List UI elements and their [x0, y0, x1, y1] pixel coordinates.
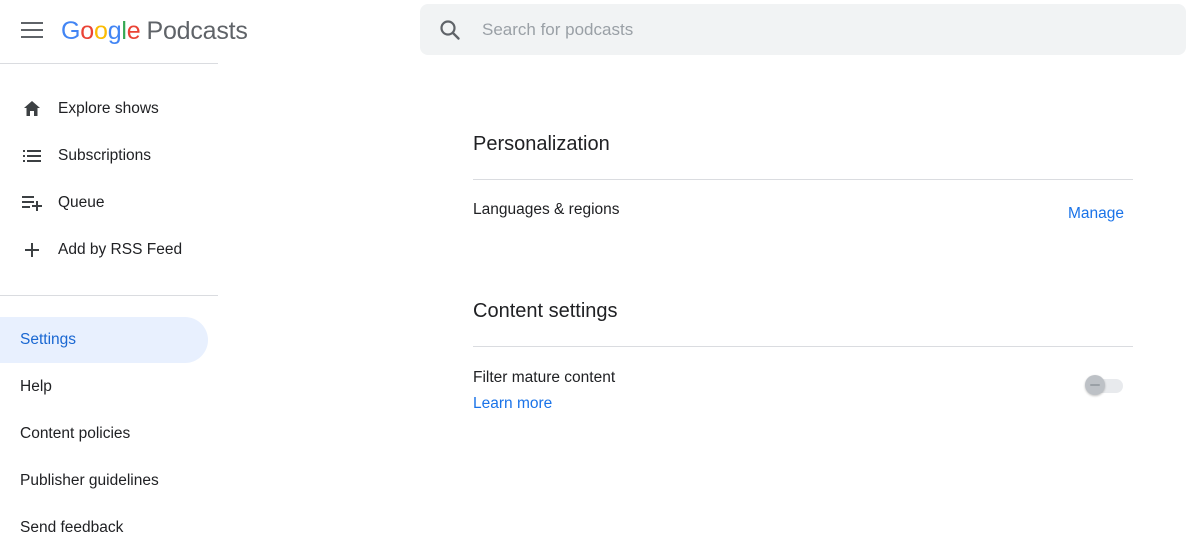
- sidebar-item-queue[interactable]: Queue: [0, 180, 208, 226]
- search-input[interactable]: [480, 4, 1160, 55]
- hamburger-menu-icon: [21, 22, 43, 38]
- sidebar-item-content-policies[interactable]: Content policies: [0, 411, 208, 457]
- sidebar-item-publisher-guidelines[interactable]: Publisher guidelines: [0, 458, 208, 504]
- filter-mature-content-label: Filter mature content: [473, 369, 616, 386]
- home-icon: [20, 97, 44, 121]
- hamburger-menu-button[interactable]: [16, 14, 48, 46]
- sidebar-item-add-by-rss-feed[interactable]: Add by RSS Feed: [0, 227, 208, 273]
- logo-letter: e: [126, 17, 141, 45]
- sidebar-item-subscriptions[interactable]: Subscriptions: [0, 133, 208, 179]
- sidebar-item-send-feedback[interactable]: Send feedback: [0, 505, 208, 551]
- sidebar-item-label: Explore shows: [58, 100, 159, 117]
- logo-letter: g: [107, 17, 122, 45]
- podcasts-settings-page: Google Podcasts Explore shows Subscripti…: [0, 0, 1200, 559]
- playlist-add-icon: [20, 191, 44, 215]
- personalization-heading: Personalization: [473, 133, 610, 155]
- product-name: Podcasts: [146, 17, 248, 45]
- learn-more-link[interactable]: Learn more: [473, 395, 552, 413]
- logo-letter: G: [61, 17, 81, 45]
- logo-letter: o: [93, 17, 108, 45]
- google-podcasts-logo[interactable]: Google Podcasts: [61, 15, 248, 47]
- toggle-thumb: [1085, 375, 1105, 395]
- app-header: Google Podcasts: [0, 0, 248, 64]
- list-icon: [20, 144, 44, 168]
- section-divider: [473, 179, 1133, 180]
- languages-regions-label: Languages & regions: [473, 201, 620, 218]
- content-settings-heading: Content settings: [473, 300, 618, 322]
- sidebar-item-settings[interactable]: Settings: [0, 317, 208, 363]
- filter-mature-content-toggle[interactable]: [1083, 374, 1125, 396]
- sidebar-item-label: Add by RSS Feed: [58, 241, 183, 258]
- search-icon[interactable]: [438, 18, 462, 42]
- sidebar-divider: [0, 295, 218, 296]
- section-divider: [473, 346, 1133, 347]
- search-bar[interactable]: [420, 4, 1186, 55]
- sidebar-item-help[interactable]: Help: [0, 364, 208, 410]
- plus-icon: [20, 238, 44, 262]
- manage-languages-link[interactable]: Manage: [1068, 205, 1124, 223]
- sidebar-item-label: Queue: [58, 194, 105, 211]
- logo-letter: o: [80, 17, 94, 45]
- sidebar-item-explore-shows[interactable]: Explore shows: [0, 86, 208, 132]
- sidebar-item-label: Subscriptions: [58, 147, 152, 164]
